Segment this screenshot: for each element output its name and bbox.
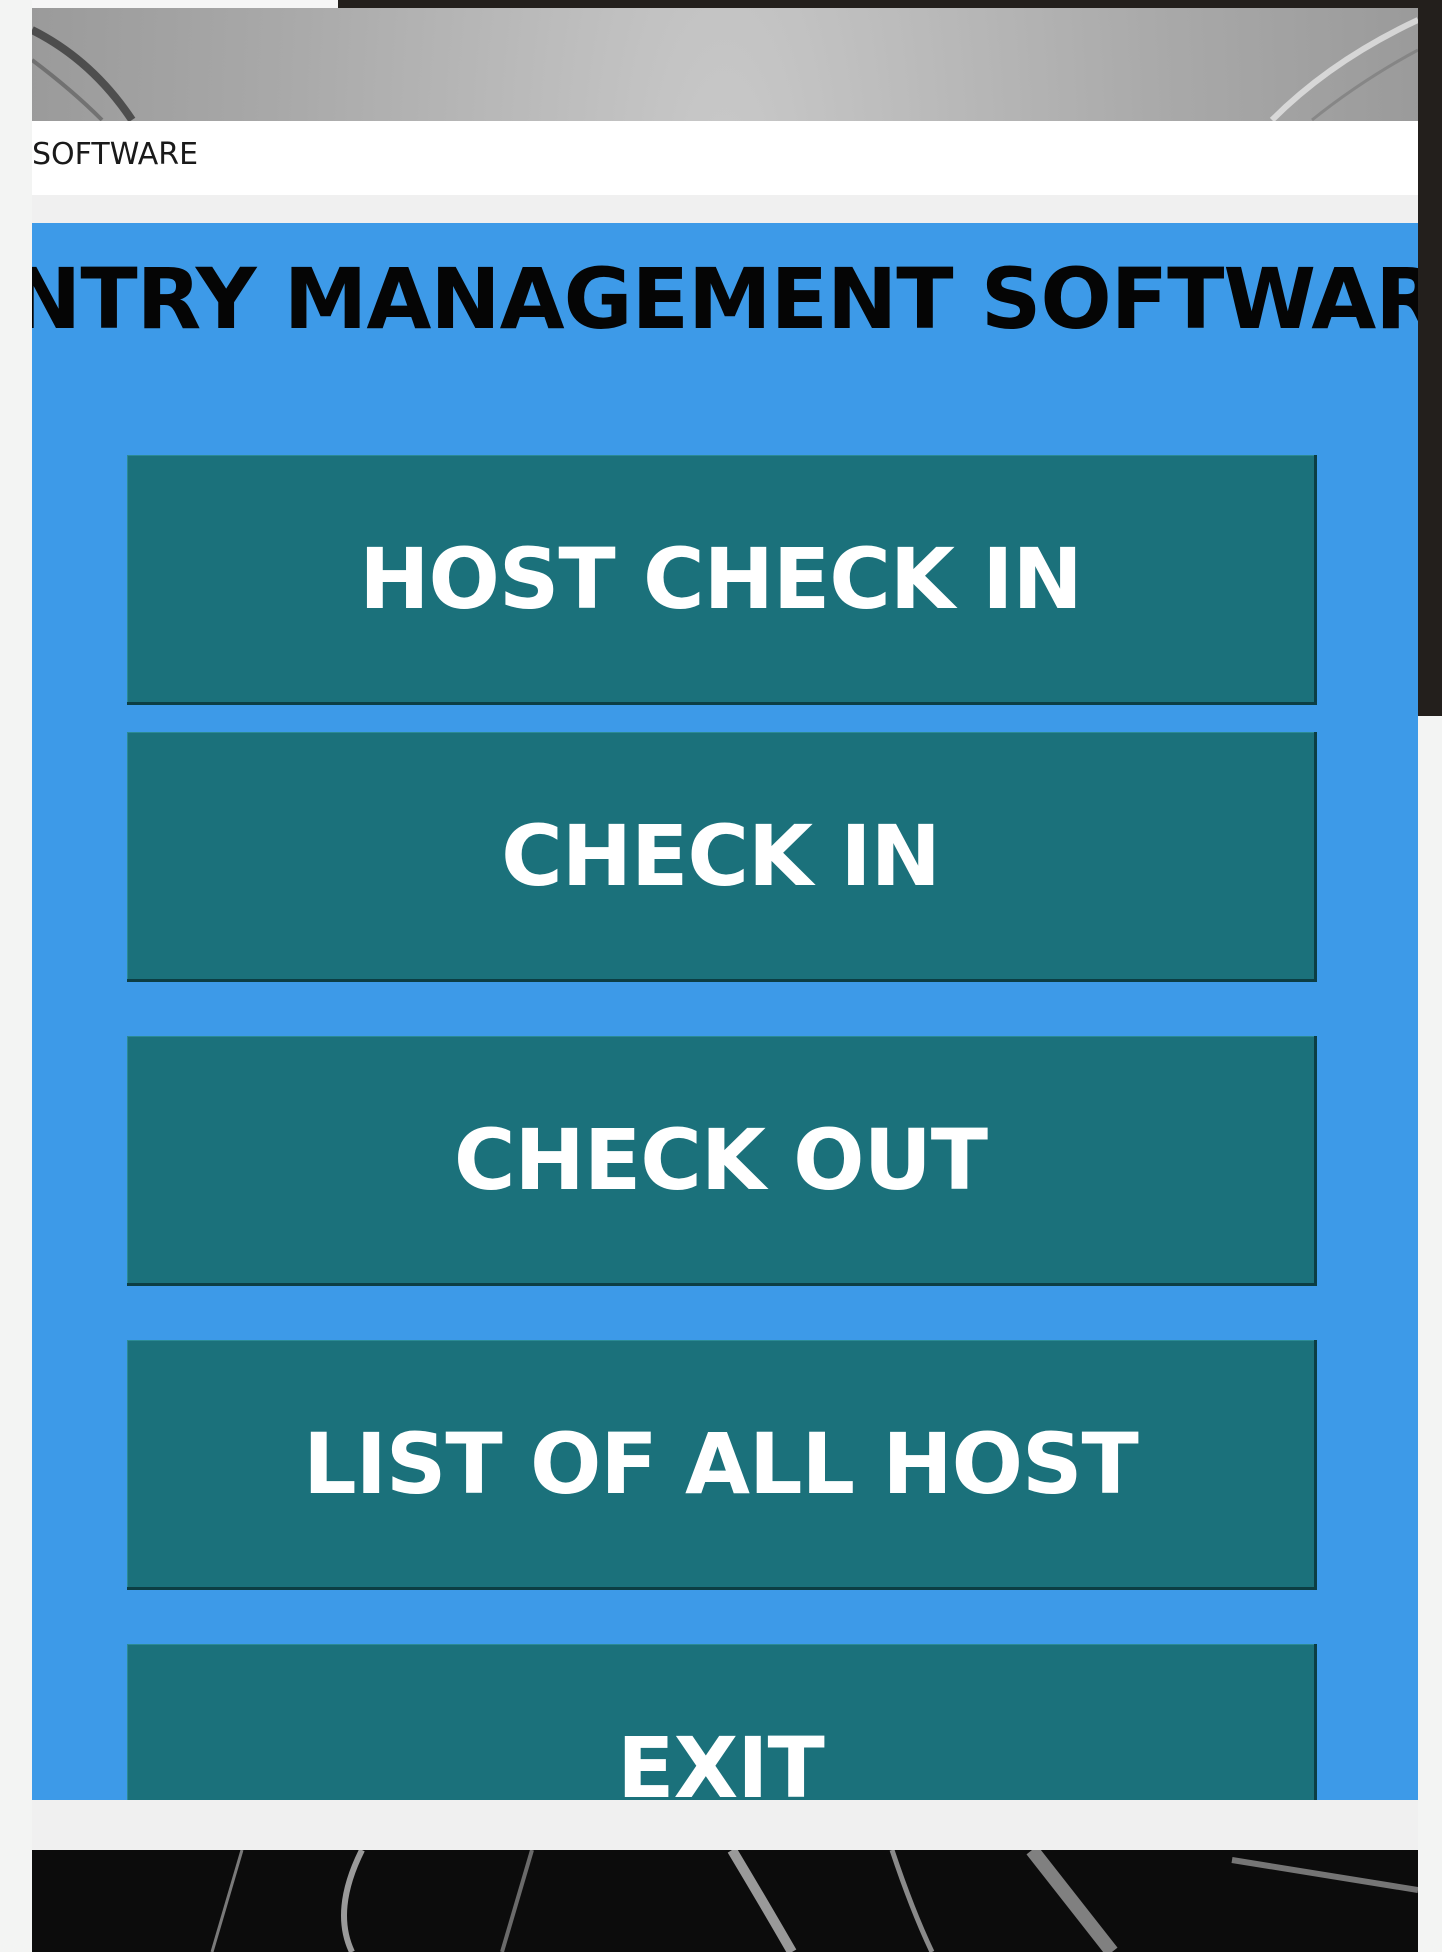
list-of-all-host-button[interactable]: LIST OF ALL HOST — [127, 1340, 1317, 1590]
right-dark-edge — [1418, 0, 1442, 716]
top-left-edge — [32, 0, 338, 8]
screen-left-margin — [0, 0, 32, 1952]
desktop-wallpaper-bottom — [32, 1850, 1418, 1952]
top-dark-edge — [338, 0, 1418, 8]
exit-button[interactable]: EXIT — [127, 1644, 1317, 1800]
host-check-in-button[interactable]: HOST CHECK IN — [127, 455, 1317, 705]
page-title: ENTRY MANAGEMENT SOFTWARE — [32, 250, 1418, 348]
check-out-button[interactable]: CHECK OUT — [127, 1036, 1317, 1286]
window-title: SOFTWARE — [32, 137, 199, 172]
app-window: SOFTWARE ENTRY MANAGEMENT SOFTWARE HOST … — [32, 121, 1418, 1850]
main-menu-panel: ENTRY MANAGEMENT SOFTWARE HOST CHECK IN … — [32, 223, 1418, 1800]
window-titlebar[interactable]: SOFTWARE — [32, 121, 1418, 195]
wallpaper-bottom-streaks — [210, 1850, 1418, 1952]
check-in-button[interactable]: CHECK IN — [127, 732, 1317, 982]
right-light-edge — [1418, 716, 1442, 1952]
